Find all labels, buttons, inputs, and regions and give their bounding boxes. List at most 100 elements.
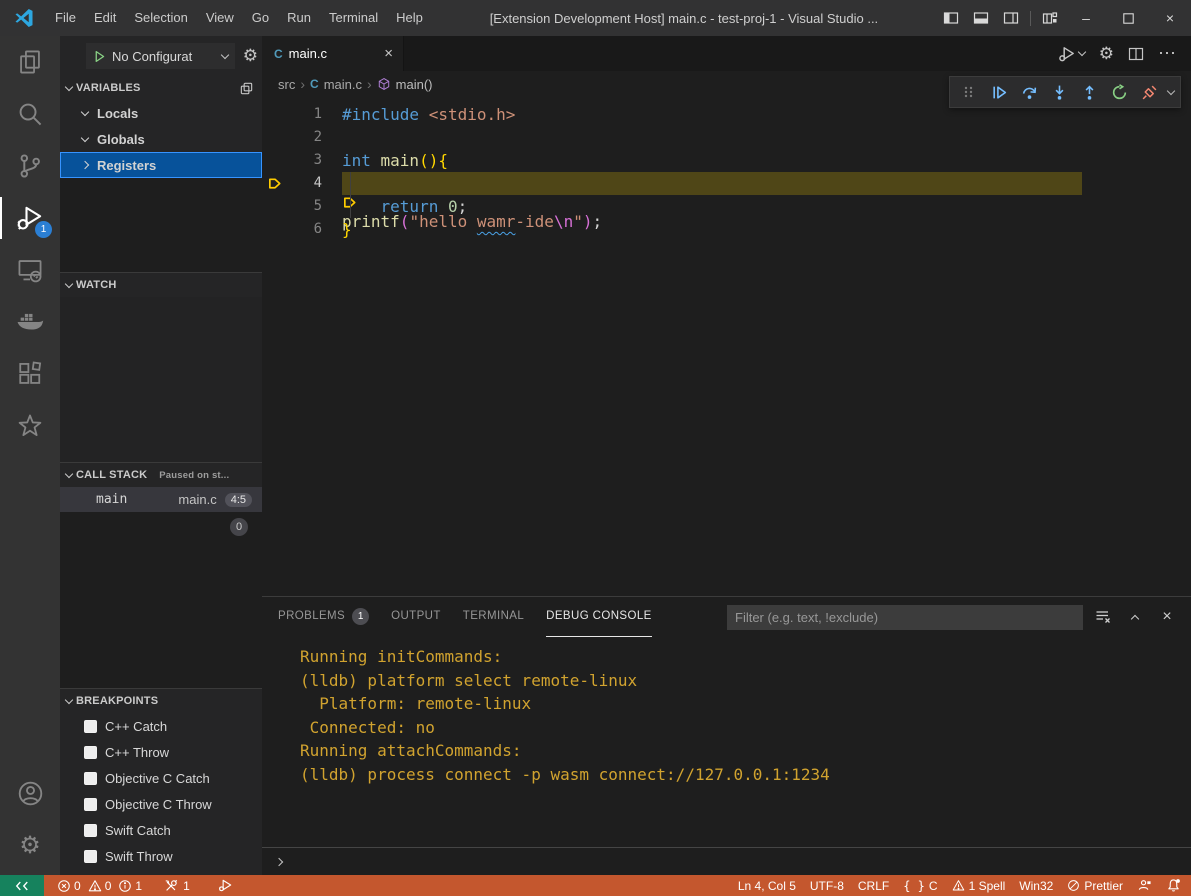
panel-tab-terminal[interactable]: TERMINAL [463, 597, 524, 637]
close-panel-icon[interactable]: × [1155, 605, 1179, 629]
breakpoint-gutter[interactable] [262, 149, 288, 172]
activity-run-debug-icon[interactable]: 1 [0, 192, 60, 244]
language-mode[interactable]: { } C [896, 875, 944, 896]
debug-console-input[interactable] [262, 847, 1191, 875]
accounts-icon[interactable] [0, 767, 60, 819]
menu-edit[interactable]: Edit [85, 0, 125, 36]
disconnect-button[interactable] [1136, 79, 1162, 105]
checkbox-unchecked[interactable] [84, 772, 97, 785]
step-out-button[interactable] [1076, 79, 1102, 105]
panel-tab-problems[interactable]: PROBLEMS 1 [278, 597, 369, 637]
line-number[interactable]: 2 [288, 126, 322, 149]
spell-checker-status[interactable]: 1 Spell [945, 875, 1013, 896]
activity-source-control-icon[interactable] [0, 140, 60, 192]
code-line[interactable]: 2 [262, 126, 1191, 149]
menu-help[interactable]: Help [387, 0, 432, 36]
tab-main-c[interactable]: C main.c × [262, 36, 404, 71]
restart-button[interactable] [1106, 79, 1132, 105]
checkbox-unchecked[interactable] [84, 720, 97, 733]
activity-search-icon[interactable] [0, 88, 60, 140]
checkbox-unchecked[interactable] [84, 850, 97, 863]
toggle-secondary-sidebar-icon[interactable] [996, 0, 1026, 36]
line-number[interactable]: 3 [288, 149, 322, 172]
call-stack-frame[interactable]: main main.c 4:5 [60, 487, 262, 512]
line-number[interactable]: 6 [288, 218, 322, 241]
breakpoint-row[interactable]: Swift Catch [60, 817, 262, 843]
code-text[interactable]: return 0; [342, 195, 467, 218]
run-or-debug-button[interactable] [1058, 45, 1085, 63]
debug-toolbar-more-icon[interactable] [1167, 86, 1175, 94]
platform-indicator[interactable]: Win32 [1012, 875, 1060, 896]
checkbox-unchecked[interactable] [84, 798, 97, 811]
toggle-sidebar-icon[interactable] [936, 0, 966, 36]
activity-docker-icon[interactable] [0, 296, 60, 348]
menu-selection[interactable]: Selection [125, 0, 196, 36]
breakpoint-row[interactable]: C++ Catch [60, 713, 262, 739]
breadcrumb-symbol[interactable]: main() [396, 77, 433, 92]
code-text[interactable]: #include <stdio.h> [342, 103, 515, 126]
line-number[interactable]: 4 [288, 172, 322, 195]
breakpoint-row[interactable]: C++ Throw [60, 739, 262, 765]
breakpoint-gutter[interactable] [262, 126, 288, 149]
feedback-icon[interactable] [1130, 875, 1159, 896]
console-filter-input[interactable] [727, 605, 1083, 630]
menu-file[interactable]: File [46, 0, 85, 36]
line-number[interactable]: 5 [288, 195, 322, 218]
activity-explorer-icon[interactable] [0, 36, 60, 88]
problems-status[interactable]: 0 0 1 [50, 875, 149, 896]
code-line[interactable]: 4 printf("hello wamr-ide\n"); [262, 172, 1191, 195]
menu-run[interactable]: Run [278, 0, 320, 36]
encoding-indicator[interactable]: UTF-8 [803, 875, 851, 896]
activity-remote-explorer-icon[interactable] [0, 244, 60, 296]
clear-console-icon[interactable] [1091, 605, 1115, 629]
step-over-button[interactable] [1016, 79, 1042, 105]
launch-settings-gear-icon[interactable]: ⚙ [243, 46, 258, 66]
remote-indicator[interactable] [0, 875, 44, 896]
breadcrumb-file[interactable]: main.c [324, 77, 362, 92]
menu-view[interactable]: View [197, 0, 243, 36]
eol-indicator[interactable]: CRLF [851, 875, 896, 896]
notifications-bell-icon[interactable] [1159, 875, 1191, 896]
drag-handle-icon[interactable] [956, 79, 982, 105]
code-editor[interactable]: 1 #include <stdio.h> 23int main(){4 printf… [262, 97, 1191, 596]
code-text[interactable]: printf("hello wamr-ide\n"); [342, 172, 1082, 195]
checkbox-unchecked[interactable] [84, 746, 97, 759]
breakpoint-gutter[interactable] [262, 172, 288, 195]
variables-item-locals[interactable]: Locals [60, 100, 262, 126]
menu-terminal[interactable]: Terminal [320, 0, 387, 36]
more-actions-icon[interactable]: ⋯ [1158, 43, 1177, 64]
breakpoint-row[interactable]: Swift Throw [60, 843, 262, 869]
customize-layout-icon[interactable] [1035, 0, 1065, 36]
activity-extensions-icon[interactable] [0, 348, 60, 400]
breakpoint-gutter[interactable] [262, 195, 288, 218]
panel-tab-output[interactable]: OUTPUT [391, 597, 441, 637]
activity-star-icon[interactable] [0, 400, 60, 452]
variables-item-registers[interactable]: Registers [60, 152, 262, 178]
step-into-button[interactable] [1046, 79, 1072, 105]
variables-item-globals[interactable]: Globals [60, 126, 262, 152]
breakpoint-row[interactable]: Objective C Catch [60, 765, 262, 791]
split-editor-icon[interactable] [1128, 46, 1144, 62]
variables-header[interactable]: VARIABLES [60, 76, 262, 100]
line-number[interactable]: 1 [288, 103, 322, 126]
breadcrumb-folder[interactable]: src [278, 77, 295, 92]
minimize-button[interactable]: – [1065, 0, 1107, 36]
debug-config-dropdown[interactable]: No Configurat [86, 43, 235, 69]
continue-button[interactable] [986, 79, 1012, 105]
maximize-panel-icon[interactable] [1123, 605, 1147, 629]
ports-status[interactable]: 1 [157, 875, 197, 896]
editor-settings-gear-icon[interactable]: ⚙ [1099, 44, 1114, 64]
call-stack-header[interactable]: CALL STACK Paused on st... [60, 463, 262, 487]
formatter-indicator[interactable]: Prettier [1060, 875, 1130, 896]
cursor-position[interactable]: Ln 4, Col 5 [731, 875, 803, 896]
close-window-button[interactable]: × [1149, 0, 1191, 36]
breakpoint-gutter[interactable] [262, 103, 288, 126]
watch-header[interactable]: WATCH [60, 273, 262, 297]
tab-close-icon[interactable]: × [384, 45, 393, 62]
code-text[interactable]: } [342, 218, 352, 241]
copy-icon[interactable] [239, 81, 254, 96]
breakpoint-gutter[interactable] [262, 218, 288, 241]
panel-tab-debug-console[interactable]: DEBUG CONSOLE [546, 597, 652, 637]
code-line[interactable]: 3int main(){ [262, 149, 1191, 172]
maximize-button[interactable] [1107, 0, 1149, 36]
